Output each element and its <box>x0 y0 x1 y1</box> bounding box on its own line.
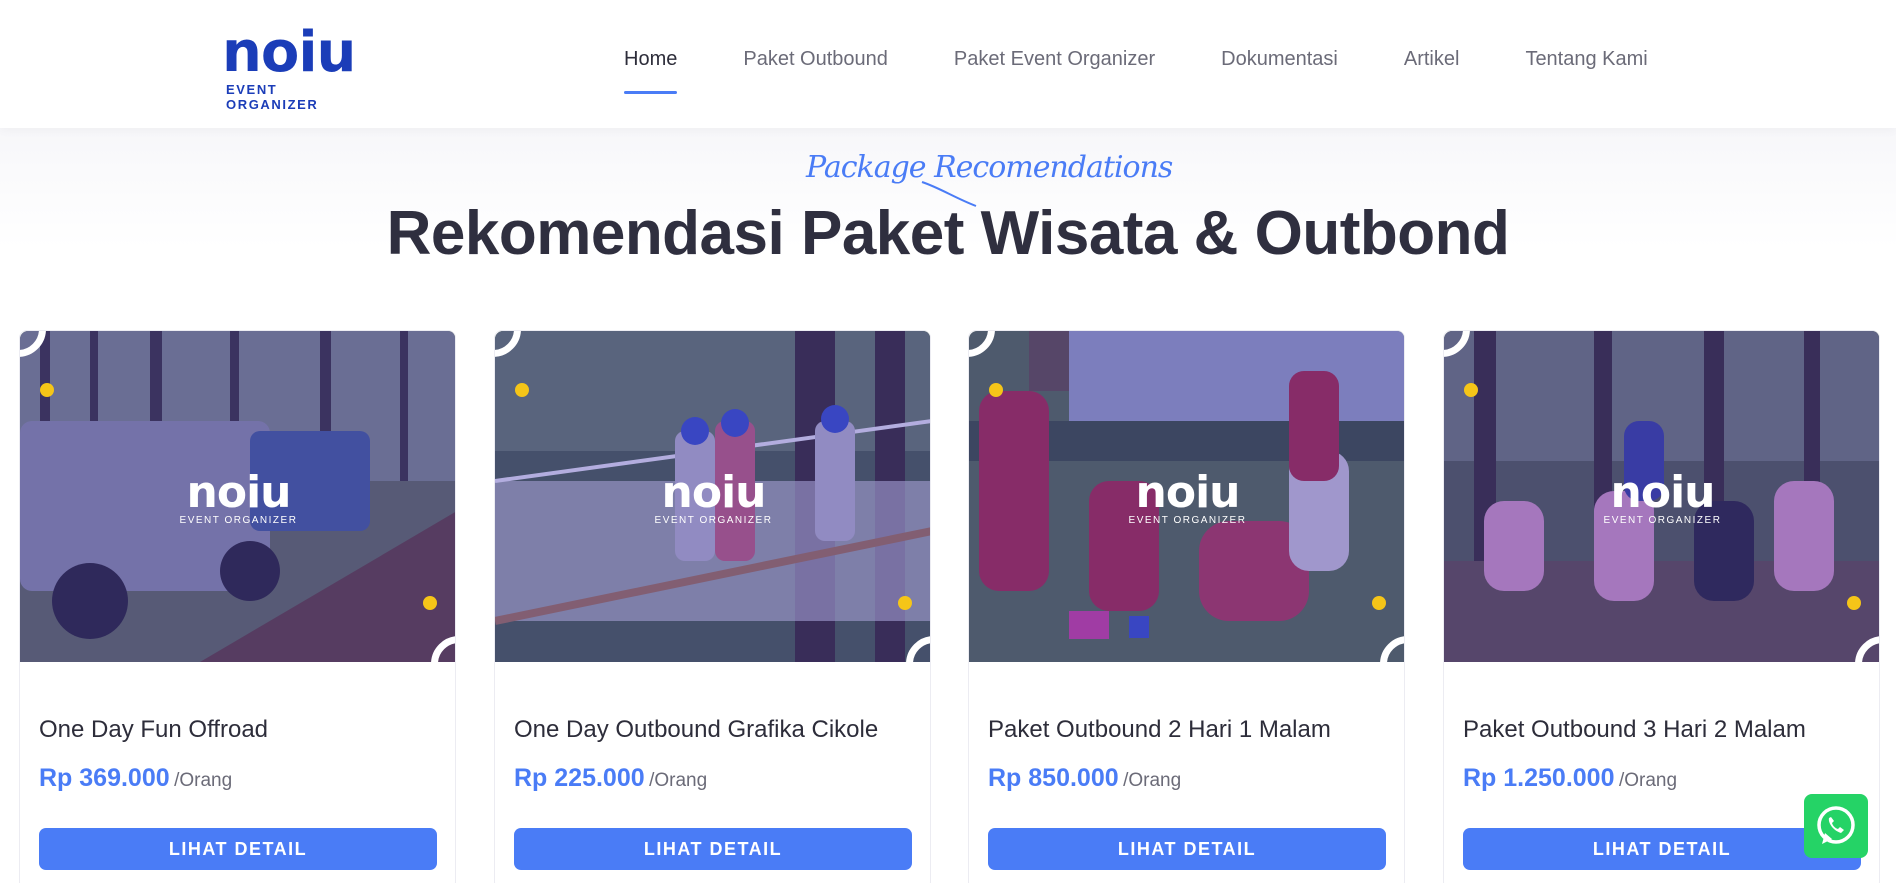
watermark-sub: EVENT ORGANIZER <box>179 515 298 526</box>
package-title[interactable]: Paket Outbound 3 Hari 2 Malam <box>1463 716 1806 744</box>
nav-tentang-kami[interactable]: Tentang Kami <box>1525 48 1647 88</box>
yellow-dot <box>515 383 529 397</box>
price-row: Rp 1.250.000 /Orang <box>1463 764 1677 793</box>
image-watermark: noiu EVENT ORGANIZER <box>969 467 1404 527</box>
package-price: Rp 1.250.000 <box>1463 764 1615 792</box>
package-title[interactable]: One Day Outbound Grafika Cikole <box>514 716 878 744</box>
watermark-word: noiu <box>661 467 767 518</box>
nav-paket-event-organizer[interactable]: Paket Event Organizer <box>954 48 1155 88</box>
image-watermark: noiu EVENT ORGANIZER <box>1444 467 1879 527</box>
brand-logo[interactable]: noiu EVENT ORGANIZER <box>222 20 372 113</box>
lihat-detail-button[interactable]: LIHAT DETAIL <box>1463 828 1861 870</box>
whatsapp-icon <box>1817 806 1855 844</box>
watermark-word: noiu <box>186 467 292 518</box>
price-unit: /Orang <box>649 770 708 791</box>
package-image[interactable]: noiu EVENT ORGANIZER <box>20 331 455 662</box>
nav-artikel[interactable]: Artikel <box>1404 48 1460 88</box>
yellow-dot <box>1372 596 1386 610</box>
package-title[interactable]: Paket Outbound 2 Hari 1 Malam <box>988 716 1331 744</box>
package-card[interactable]: noiu EVENT ORGANIZER One Day Outbound Gr… <box>494 330 931 883</box>
package-price: Rp 850.000 <box>988 764 1119 792</box>
package-price: Rp 369.000 <box>39 764 170 792</box>
package-image[interactable]: noiu EVENT ORGANIZER <box>969 331 1404 662</box>
package-title[interactable]: One Day Fun Offroad <box>39 716 268 744</box>
yellow-dot <box>1464 383 1478 397</box>
price-row: Rp 850.000 /Orang <box>988 764 1181 793</box>
price-row: Rp 225.000 /Orang <box>514 764 707 793</box>
package-card[interactable]: noiu EVENT ORGANIZER Paket Outbound 2 Ha… <box>968 330 1405 883</box>
recommendation-section: Package Recomendations Rekomendasi Paket… <box>0 128 1896 883</box>
yellow-dot <box>40 383 54 397</box>
main-nav: Home Paket Outbound Paket Event Organize… <box>624 48 1714 94</box>
logo-tagline: EVENT ORGANIZER <box>226 82 319 112</box>
watermark-sub: EVENT ORGANIZER <box>1603 515 1722 526</box>
section-script-label: Package Recomendations <box>806 150 1173 185</box>
package-image[interactable]: noiu EVENT ORGANIZER <box>1444 331 1879 662</box>
package-image[interactable]: noiu EVENT ORGANIZER <box>495 331 930 662</box>
yellow-dot <box>423 596 437 610</box>
watermark-word: noiu <box>1135 467 1241 518</box>
image-watermark: noiu EVENT ORGANIZER <box>20 467 455 527</box>
price-unit: /Orang <box>1123 770 1182 791</box>
section-title: Rekomendasi Paket Wisata & Outbond <box>386 199 1510 268</box>
price-unit: /Orang <box>174 770 233 791</box>
image-watermark: noiu EVENT ORGANIZER <box>495 467 930 527</box>
nav-paket-outbound[interactable]: Paket Outbound <box>743 48 888 88</box>
watermark-sub: EVENT ORGANIZER <box>1128 515 1247 526</box>
whatsapp-chat-button[interactable] <box>1804 794 1868 858</box>
yellow-dot <box>1847 596 1861 610</box>
package-card[interactable]: noiu EVENT ORGANIZER One Day Fun Offroad… <box>19 330 456 883</box>
nav-home[interactable]: Home <box>624 48 678 94</box>
nav-dokumentasi[interactable]: Dokumentasi <box>1221 48 1338 88</box>
logo-wordmark: noiu <box>222 20 356 85</box>
watermark-sub: EVENT ORGANIZER <box>654 515 773 526</box>
watermark-word: noiu <box>1610 467 1716 518</box>
site-header: noiu EVENT ORGANIZER Home Paket Outbound… <box>0 0 1896 128</box>
price-row: Rp 369.000 /Orang <box>39 764 232 793</box>
lihat-detail-button[interactable]: LIHAT DETAIL <box>514 828 912 870</box>
lihat-detail-button[interactable]: LIHAT DETAIL <box>988 828 1386 870</box>
package-price: Rp 225.000 <box>514 764 645 792</box>
yellow-dot <box>898 596 912 610</box>
lihat-detail-button[interactable]: LIHAT DETAIL <box>39 828 437 870</box>
price-unit: /Orang <box>1618 770 1678 791</box>
yellow-dot <box>989 383 1003 397</box>
